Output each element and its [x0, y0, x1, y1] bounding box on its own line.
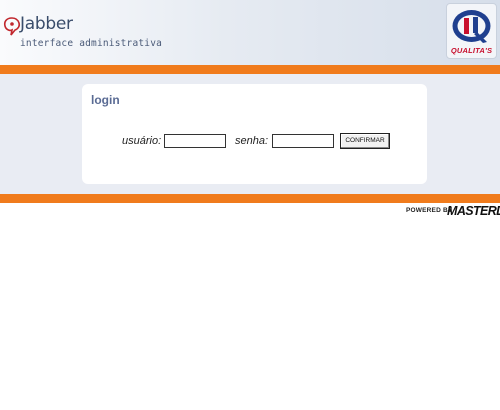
confirm-button[interactable]: CONFIRMAR [340, 133, 390, 149]
qualitas-logo-icon [452, 10, 491, 43]
partner-logo-text: QUALITA'S [450, 46, 493, 55]
powered-by-label: POWERED BY [406, 207, 453, 214]
bottom-accent-stripe [0, 194, 500, 203]
partner-logo: QUALITA'S [446, 3, 497, 59]
powered-by-brand: MASTERDEV [447, 204, 500, 218]
username-input[interactable] [164, 134, 226, 148]
username-label: usuário: [122, 135, 162, 147]
brand-name: Jabber [20, 14, 73, 34]
top-accent-stripe [0, 65, 500, 74]
login-title: login [91, 93, 120, 107]
page-header: Jabber interface administrativa QUALITA'… [0, 0, 500, 65]
jabber-logo-icon [3, 17, 21, 36]
password-input[interactable] [272, 134, 334, 148]
login-panel: login usuário: senha: CONFIRMAR [82, 84, 427, 184]
password-label: senha: [235, 135, 269, 147]
brand-subtitle: interface administrativa [20, 38, 163, 49]
